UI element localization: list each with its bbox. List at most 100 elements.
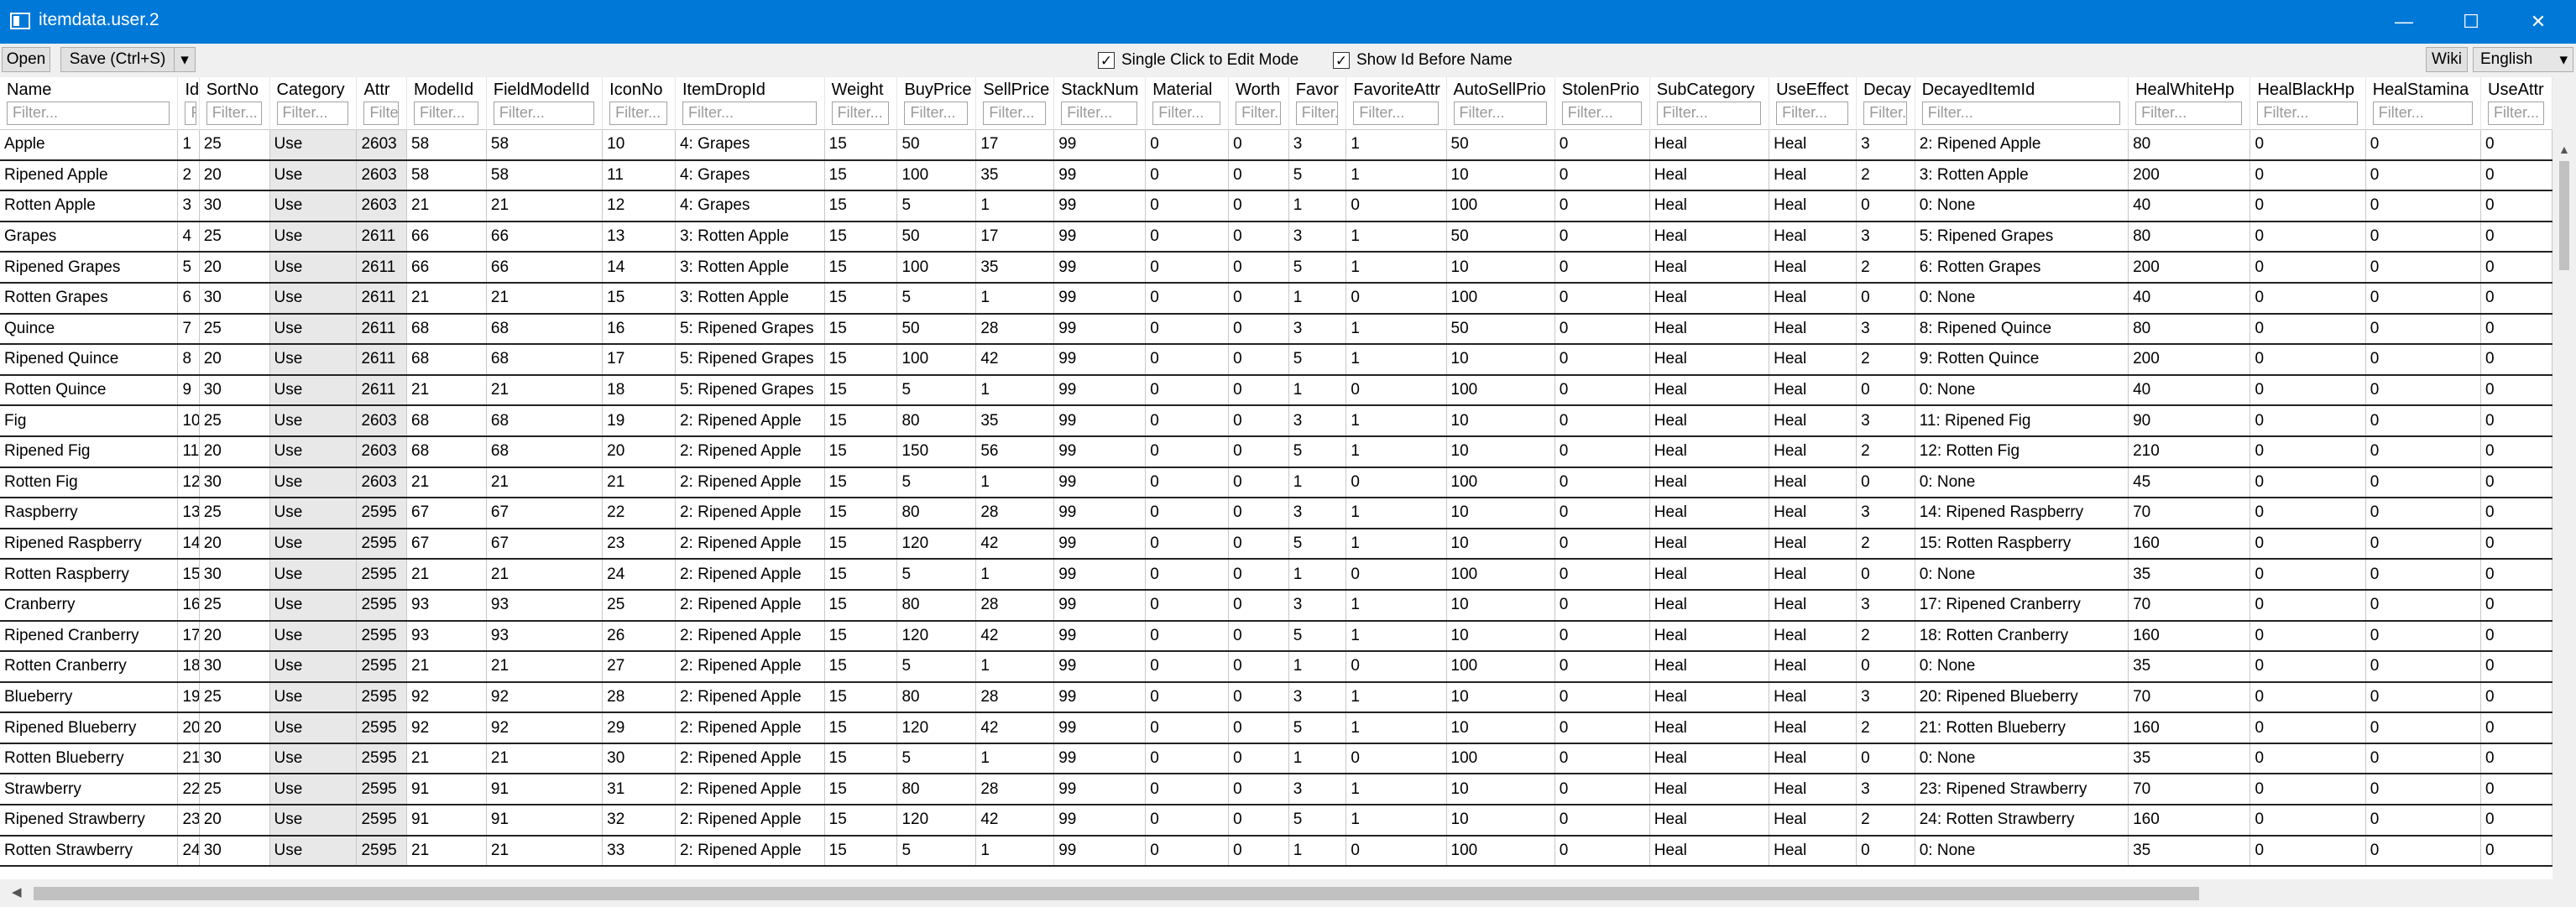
table-cell[interactable]: 120 <box>896 712 977 744</box>
table-cell[interactable]: 5 <box>896 651 977 683</box>
table-cell[interactable]: 30 <box>199 282 270 315</box>
table-cell[interactable]: 80 <box>2128 221 2251 253</box>
column-filter-input[interactable]: Filter... <box>414 102 478 125</box>
table-cell[interactable]: 21 <box>406 467 487 499</box>
table-cell[interactable]: Use <box>269 681 358 714</box>
table-cell[interactable]: 0 <box>2480 498 2552 529</box>
table-cell[interactable]: 99 <box>1053 405 1147 437</box>
table-cell[interactable]: 0 <box>2480 221 2552 253</box>
table-cell[interactable]: 31 <box>602 774 676 806</box>
table-cell[interactable]: 21 <box>486 467 604 499</box>
table-cell[interactable]: 2: Ripened Apple <box>675 559 825 591</box>
table-cell[interactable]: 0: None <box>1915 190 2129 222</box>
table-cell[interactable]: 99 <box>1053 743 1147 775</box>
table-cell[interactable]: 1 <box>975 282 1055 315</box>
table-cell[interactable]: 5 <box>1288 528 1347 560</box>
table-cell[interactable]: 25 <box>199 128 270 161</box>
table-cell[interactable]: 2 <box>1856 344 1915 376</box>
table-cell[interactable]: 0 <box>2480 405 2552 437</box>
table-cell[interactable]: 0 <box>1554 282 1650 315</box>
table-cell[interactable]: 68 <box>486 344 604 376</box>
table-cell[interactable]: 21 <box>602 467 676 499</box>
table-cell[interactable]: 28 <box>975 774 1055 806</box>
table-cell[interactable]: Rotten Strawberry <box>0 835 179 868</box>
column-filter-input[interactable]: Filter... <box>2257 102 2358 125</box>
column-filter-input[interactable]: Filter... <box>2135 102 2243 125</box>
table-cell[interactable]: Use <box>269 252 358 284</box>
table-cell[interactable]: 0 <box>1145 620 1230 653</box>
table-cell[interactable]: 28 <box>975 313 1055 346</box>
table-cell[interactable]: 8 <box>177 344 200 376</box>
table-cell[interactable]: 0 <box>1554 435 1650 468</box>
column-header[interactable]: StackNum Filter... <box>1053 77 1147 129</box>
column-header[interactable]: Material Filter... <box>1145 77 1230 129</box>
table-cell[interactable]: 92 <box>406 681 487 714</box>
table-cell[interactable]: 3 <box>177 190 200 222</box>
table-cell[interactable]: 21 <box>406 835 487 868</box>
table-cell[interactable]: 99 <box>1053 528 1147 560</box>
table-cell[interactable]: 0 <box>2365 528 2482 560</box>
table-cell[interactable]: 0 <box>1228 221 1289 253</box>
table-cell[interactable]: 68 <box>486 405 604 437</box>
table-cell[interactable]: 1 <box>1345 712 1447 744</box>
table-cell[interactable]: Use <box>269 835 358 868</box>
table-cell[interactable]: 18: Rotten Cranberry <box>1915 620 2129 653</box>
table-cell[interactable]: 1 <box>1288 190 1347 222</box>
table-cell[interactable]: Use <box>269 190 358 222</box>
table-cell[interactable]: 1 <box>1345 589 1447 622</box>
table-cell[interactable]: Use <box>269 344 358 376</box>
table-cell[interactable]: 1 <box>1345 221 1447 253</box>
column-filter-input[interactable]: Filter... <box>206 102 262 125</box>
table-cell[interactable]: 15 <box>824 805 898 837</box>
table-cell[interactable]: 42 <box>975 620 1055 653</box>
table-cell[interactable]: 17 <box>975 221 1055 253</box>
table-cell[interactable]: 0: None <box>1915 559 2129 591</box>
table-cell[interactable]: 0 <box>1345 651 1447 683</box>
table-cell[interactable]: 67 <box>406 498 487 529</box>
table-cell[interactable]: 80 <box>896 589 977 622</box>
table-row[interactable]: Ripened Quince 8 20 Use 2611 68 68 17 5: Ripened… <box>0 344 2552 376</box>
table-cell[interactable]: 70 <box>2128 498 2251 529</box>
table-cell[interactable]: 15 <box>824 313 898 346</box>
table-cell[interactable]: 0 <box>1554 405 1650 437</box>
table-row[interactable]: Quince 7 25 Use 2611 68 68 16 5: Ripened Grapes 1… <box>0 313 2552 346</box>
table-cell[interactable]: 100 <box>1446 651 1555 683</box>
table-cell[interactable]: 99 <box>1053 313 1147 346</box>
table-cell[interactable]: 3 <box>1856 128 1915 161</box>
table-cell[interactable]: 21 <box>406 651 487 683</box>
table-cell[interactable]: 22 <box>177 774 200 806</box>
table-cell[interactable]: 21 <box>177 743 200 775</box>
column-filter-input[interactable]: Filter... <box>1863 102 1907 125</box>
table-cell[interactable]: 3 <box>1856 405 1915 437</box>
table-cell[interactable]: 0 <box>1856 835 1915 868</box>
table-cell[interactable]: Heal <box>1649 559 1770 591</box>
table-cell[interactable]: 91 <box>406 774 487 806</box>
table-cell[interactable]: 21 <box>406 743 487 775</box>
table-cell[interactable]: 0 <box>1145 681 1230 714</box>
table-cell[interactable]: 14 <box>602 252 676 284</box>
single-click-checkbox[interactable]: ✓ <box>1098 52 1115 69</box>
table-cell[interactable]: 99 <box>1053 282 1147 315</box>
column-filter-input[interactable]: Filter... <box>1152 102 1221 125</box>
table-cell[interactable]: 3 <box>1288 589 1347 622</box>
table-cell[interactable]: Heal <box>1769 313 1858 346</box>
column-header[interactable]: StolenPrio Filter... <box>1554 77 1650 129</box>
table-cell[interactable]: 0 <box>2365 681 2482 714</box>
table-cell[interactable]: 1 <box>975 651 1055 683</box>
table-cell[interactable]: Rotten Blueberry <box>0 743 179 775</box>
table-cell[interactable]: 0 <box>1856 743 1915 775</box>
table-cell[interactable]: Heal <box>1769 128 1858 161</box>
table-cell[interactable]: 0 <box>2365 374 2482 407</box>
table-cell[interactable]: 0 <box>1145 405 1230 437</box>
table-cell[interactable]: 66 <box>406 252 487 284</box>
table-cell[interactable]: 0 <box>1345 835 1447 868</box>
table-cell[interactable]: 160 <box>2128 805 2251 837</box>
table-cell[interactable]: 200 <box>2128 344 2251 376</box>
table-cell[interactable]: 68 <box>486 435 604 468</box>
table-cell[interactable]: 0 <box>1228 805 1289 837</box>
column-filter-input[interactable]: Filter... <box>2488 102 2544 125</box>
table-cell[interactable]: 15 <box>824 743 898 775</box>
table-cell[interactable]: 0 <box>2249 743 2366 775</box>
table-cell[interactable]: 58 <box>486 128 604 161</box>
table-cell[interactable]: 0 <box>2249 681 2366 714</box>
